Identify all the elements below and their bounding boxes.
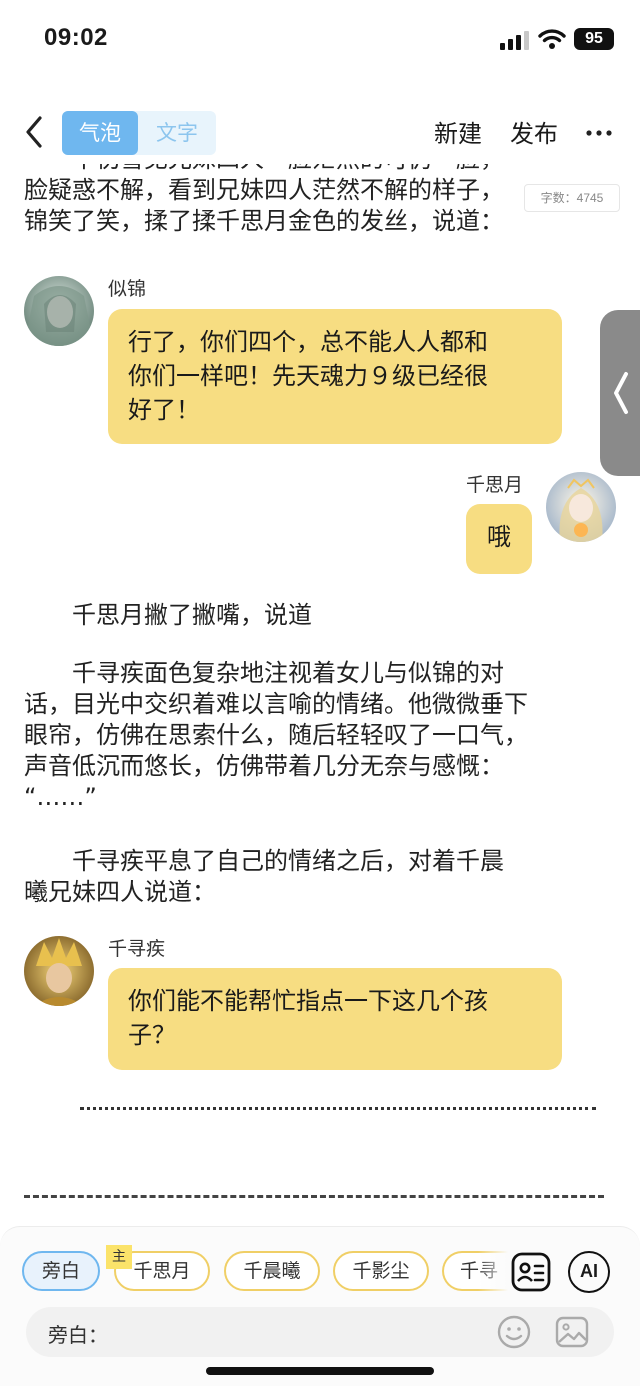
character-chip-qianchenxi[interactable]: 千晨曦 <box>224 1251 320 1291</box>
main-character-badge: 主 <box>106 1245 132 1269</box>
text-line: 话，目光中交织着难以言喻的情绪。他微微垂下 <box>24 690 528 718</box>
text-line: 你们一样吧！先天魂力９级已经很 <box>128 362 488 390</box>
character-card-icon[interactable] <box>510 1251 552 1293</box>
home-indicator <box>206 1367 434 1375</box>
narration-paragraph: 千寻疾面色复杂地注视着女儿与似锦的对 话，目光中交织着难以言喻的情绪。他微微垂下… <box>24 658 614 813</box>
speaker-name: 千思月 <box>466 474 524 496</box>
text-line: 好了！ <box>128 396 200 424</box>
publish-button[interactable]: 发布 <box>510 114 558 149</box>
image-icon[interactable] <box>554 1314 590 1350</box>
text-line: 眼帘，仿佛在思索什么，随后轻轻叹了一口气， <box>24 721 528 749</box>
mode-bubble-tab[interactable]: 气泡 <box>62 111 138 155</box>
dialogue-bubble[interactable]: 行了，你们四个，总不能人人都和 你们一样吧！先天魂力９级已经很 好了！ <box>108 309 562 444</box>
status-time: 09:02 <box>44 24 108 51</box>
avatar-qiansiyue-image <box>546 472 616 542</box>
dashed-divider <box>24 1194 604 1198</box>
new-button[interactable]: 新建 <box>434 114 482 149</box>
text-line: 你们能不能帮忙指点一下这几个孩 <box>128 987 488 1015</box>
narration-input[interactable]: 旁白： <box>26 1307 614 1357</box>
narration-paragraph: 千寻疾平息了自己的情绪之后，对着千晨 曦兄妹四人说道： <box>24 846 614 908</box>
avatar-sijin[interactable] <box>24 276 94 346</box>
word-count-badge: 字数：4745 <box>524 184 620 212</box>
emoji-icon[interactable] <box>496 1314 532 1350</box>
cellular-signal-icon <box>500 31 529 50</box>
mode-text-tab[interactable]: 文字 <box>138 111 216 155</box>
ai-assistant-button[interactable]: AI <box>568 1251 610 1293</box>
chip-scroll-fade <box>478 1241 508 1301</box>
side-panel-handle[interactable] <box>600 310 640 476</box>
text-line: 声音低沉而悠长，仿佛带着几分无奈与感慨： <box>24 752 504 780</box>
speaker-name: 千寻疾 <box>108 938 166 960</box>
text-line: 子？ <box>128 1021 176 1049</box>
character-chip-qianyingchen[interactable]: 千影尘 <box>333 1251 429 1291</box>
back-arrow-icon[interactable] <box>18 112 50 152</box>
text-line: 千仞雪见兄妹四人一脸茫然的可仍一脸，一 <box>24 164 614 175</box>
ellipsis-divider <box>80 1104 596 1110</box>
dialogue-bubble[interactable]: 哦 <box>466 504 532 574</box>
status-bar: 09:02 95 <box>0 0 640 80</box>
text-line: 行了，你们四个，总不能人人都和 <box>128 328 488 356</box>
text-line: 千寻疾面色复杂地注视着女儿与似锦的对 <box>72 659 504 687</box>
character-chip-narrator[interactable]: 旁白 <box>22 1251 100 1291</box>
dialogue-bubble[interactable]: 你们能不能帮忙指点一下这几个孩 子？ <box>108 968 562 1070</box>
avatar-qiansiyue[interactable] <box>546 472 616 542</box>
battery-indicator: 95 <box>574 28 614 50</box>
avatar-sijin-image <box>24 276 94 346</box>
text-line: 千寻疾平息了自己的情绪之后，对着千晨 <box>72 847 504 875</box>
avatar-qianxunji-image <box>24 936 94 1006</box>
wifi-icon <box>538 29 566 49</box>
mode-toggle: 气泡 文字 <box>62 111 216 155</box>
text-line: “……” <box>24 783 97 811</box>
editor-header: 气泡 文字 新建 发布 <box>0 100 640 164</box>
speaker-name: 似锦 <box>108 278 147 300</box>
story-content[interactable]: 千仞雪见兄妹四人一脸茫然的可仍一脸，一 脸疑惑不解，看到兄妹四人茫然不解的样子，… <box>0 164 640 1224</box>
editor-toolbar: 旁白 主 千思月 千晨曦 千影尘 千寻 AI 旁白： <box>0 1226 640 1386</box>
avatar-qianxunji[interactable] <box>24 936 94 1006</box>
chevron-left-icon <box>614 372 628 414</box>
bubble-text: 哦 <box>487 523 511 551</box>
narration-paragraph: 千思月撇了撇嘴，说道 <box>72 601 312 629</box>
input-prefix-label: 旁白： <box>48 1323 108 1347</box>
more-options-icon[interactable] <box>584 118 614 148</box>
text-line: 曦兄妹四人说道： <box>24 878 216 906</box>
